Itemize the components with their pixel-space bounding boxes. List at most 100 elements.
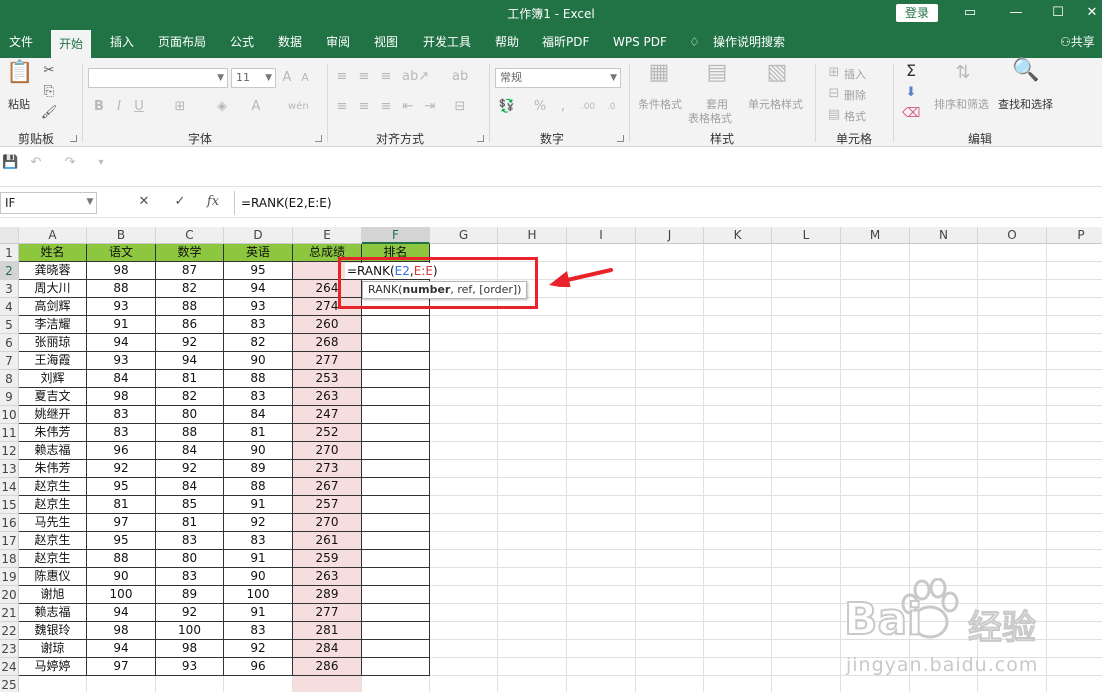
cell-a[interactable]: 马婷婷 (19, 658, 87, 676)
phonetic-icon[interactable]: wén (288, 98, 309, 116)
cell-d[interactable]: 91 (224, 550, 293, 568)
cell-l[interactable] (772, 568, 841, 586)
cell-d[interactable]: 英语 (224, 244, 293, 262)
row-header[interactable]: 20 (0, 586, 19, 604)
increase-decimal-icon[interactable]: .00 (579, 98, 597, 116)
row-header[interactable]: 9 (0, 388, 19, 406)
cell-h[interactable] (498, 316, 567, 334)
decrease-decimal-icon[interactable]: .0 (602, 98, 620, 116)
cell-n[interactable] (910, 586, 978, 604)
cell-d[interactable] (224, 676, 293, 692)
cell-e[interactable]: 261 (293, 532, 362, 550)
row-header[interactable]: 16 (0, 514, 19, 532)
increase-indent-icon[interactable]: ⇥ (422, 98, 438, 116)
cell-i[interactable] (567, 622, 636, 640)
cell-f[interactable] (362, 550, 430, 568)
delete-cells-icon[interactable]: ⊟ (826, 85, 842, 103)
cell-p[interactable] (1047, 604, 1102, 622)
row-header[interactable]: 24 (0, 658, 19, 676)
maximize-icon[interactable]: ☐ (1048, 3, 1068, 23)
column-header-i[interactable]: I (567, 227, 636, 244)
row-header[interactable]: 6 (0, 334, 19, 352)
redo-icon[interactable]: ↷ (62, 154, 78, 172)
cell-e[interactable]: 252 (293, 424, 362, 442)
cell-f[interactable] (362, 676, 430, 692)
cell-h[interactable] (498, 370, 567, 388)
alignment-launcher-icon[interactable] (477, 135, 484, 142)
cell-c[interactable]: 81 (156, 370, 224, 388)
cell-d[interactable]: 82 (224, 334, 293, 352)
cell-o[interactable] (978, 550, 1047, 568)
cell-f[interactable] (362, 406, 430, 424)
cell-i[interactable] (567, 370, 636, 388)
cell-styles-label[interactable]: 单元格样式 (748, 96, 803, 112)
cell-g[interactable] (430, 604, 498, 622)
row-header[interactable]: 4 (0, 298, 19, 316)
align-left-icon[interactable]: ≡ (334, 98, 350, 116)
tab-insert[interactable]: 插入 (110, 26, 134, 58)
column-header-c[interactable]: C (156, 227, 224, 244)
cell-m[interactable] (841, 370, 910, 388)
cell-i[interactable] (567, 568, 636, 586)
cell-g[interactable] (430, 532, 498, 550)
cell-e[interactable]: 289 (293, 586, 362, 604)
cell-e[interactable]: 268 (293, 334, 362, 352)
cell-l[interactable] (772, 316, 841, 334)
cell-d[interactable]: 88 (224, 478, 293, 496)
cell-k[interactable] (704, 640, 772, 658)
cell-c[interactable]: 93 (156, 658, 224, 676)
cell-e[interactable]: 247 (293, 406, 362, 424)
cell-c[interactable] (156, 676, 224, 692)
cell-g[interactable] (430, 586, 498, 604)
cell-c[interactable]: 87 (156, 262, 224, 280)
cell-p[interactable] (1047, 244, 1102, 262)
cell-i[interactable] (567, 460, 636, 478)
cell-b[interactable]: 93 (87, 298, 156, 316)
format-as-table-icon[interactable]: ▤ (702, 62, 732, 84)
cell-j[interactable] (636, 406, 704, 424)
cell-o[interactable] (978, 388, 1047, 406)
cell-b[interactable]: 83 (87, 424, 156, 442)
cell-m[interactable] (841, 334, 910, 352)
cell-n[interactable] (910, 550, 978, 568)
cell-g[interactable] (430, 640, 498, 658)
delete-cells-label[interactable]: 删除 (844, 87, 866, 103)
cell-n[interactable] (910, 406, 978, 424)
cell-f[interactable] (362, 460, 430, 478)
tab-wps-pdf[interactable]: WPS PDF (613, 26, 667, 58)
cell-j[interactable] (636, 514, 704, 532)
cell-h[interactable] (498, 442, 567, 460)
cell-h[interactable] (498, 478, 567, 496)
cell-c[interactable]: 81 (156, 514, 224, 532)
cell-d[interactable]: 96 (224, 658, 293, 676)
cell-h[interactable] (498, 622, 567, 640)
percent-icon[interactable]: % (533, 98, 547, 116)
cell-k[interactable] (704, 676, 772, 692)
cell-i[interactable] (567, 442, 636, 460)
cell-b[interactable]: 语文 (87, 244, 156, 262)
cell-j[interactable] (636, 676, 704, 692)
cell-j[interactable] (636, 622, 704, 640)
cell-f[interactable] (362, 532, 430, 550)
cell-g[interactable] (430, 442, 498, 460)
column-header-p[interactable]: P (1047, 227, 1102, 244)
tab-data[interactable]: 数据 (278, 26, 302, 58)
cell-e[interactable]: 263 (293, 568, 362, 586)
cell-m[interactable] (841, 568, 910, 586)
cell-e[interactable] (293, 676, 362, 692)
cell-c[interactable]: 89 (156, 586, 224, 604)
format-as-table-label2[interactable]: 表格格式 (688, 110, 732, 126)
cell-i[interactable] (567, 676, 636, 692)
cell-n[interactable] (910, 316, 978, 334)
row-header[interactable]: 25 (0, 676, 19, 692)
cell-n[interactable] (910, 496, 978, 514)
cell-o[interactable] (978, 478, 1047, 496)
cell-k[interactable] (704, 442, 772, 460)
cell-k[interactable] (704, 298, 772, 316)
cell-h[interactable] (498, 676, 567, 692)
cell-c[interactable]: 92 (156, 334, 224, 352)
cell-p[interactable] (1047, 676, 1102, 692)
orientation-icon[interactable]: ab↗ (402, 68, 429, 86)
cell-g[interactable] (430, 478, 498, 496)
cell-p[interactable] (1047, 424, 1102, 442)
